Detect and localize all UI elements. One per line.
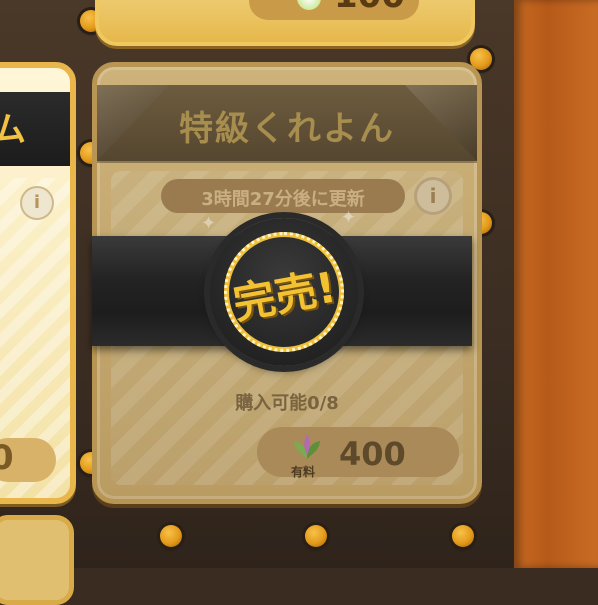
currency-label: 有料: [291, 465, 316, 479]
info-icon[interactable]: i: [417, 180, 449, 212]
leaf-gem-icon: [294, 434, 320, 459]
rivet: [452, 525, 474, 547]
left-card-price: 0: [0, 438, 14, 478]
sold-out-label: 完売!: [229, 262, 340, 329]
left-shop-card[interactable]: ム i 0: [0, 62, 76, 504]
card-header: 特級くれよん: [97, 85, 477, 161]
info-icon[interactable]: i: [22, 188, 52, 218]
top-card-price: 100: [334, 0, 405, 16]
sparkle-icon: ✦: [201, 213, 217, 234]
sparkle-icon: ✦: [341, 207, 357, 228]
top-shop-card[interactable]: 100: [95, 0, 475, 46]
rivet: [160, 525, 182, 547]
purchase-limit: 購入可能0/8: [235, 393, 339, 414]
sold-out-badge: 完売!: [210, 218, 358, 366]
item-title: 特級くれよん: [179, 109, 395, 149]
refresh-timer: 3時間27分後に更新: [201, 189, 365, 210]
side-panel: [514, 0, 598, 568]
item-price: 400: [339, 435, 406, 473]
left-card-title: ム: [0, 102, 26, 151]
bottom-left-shop-card[interactable]: [0, 515, 74, 605]
rivet: [305, 525, 327, 547]
